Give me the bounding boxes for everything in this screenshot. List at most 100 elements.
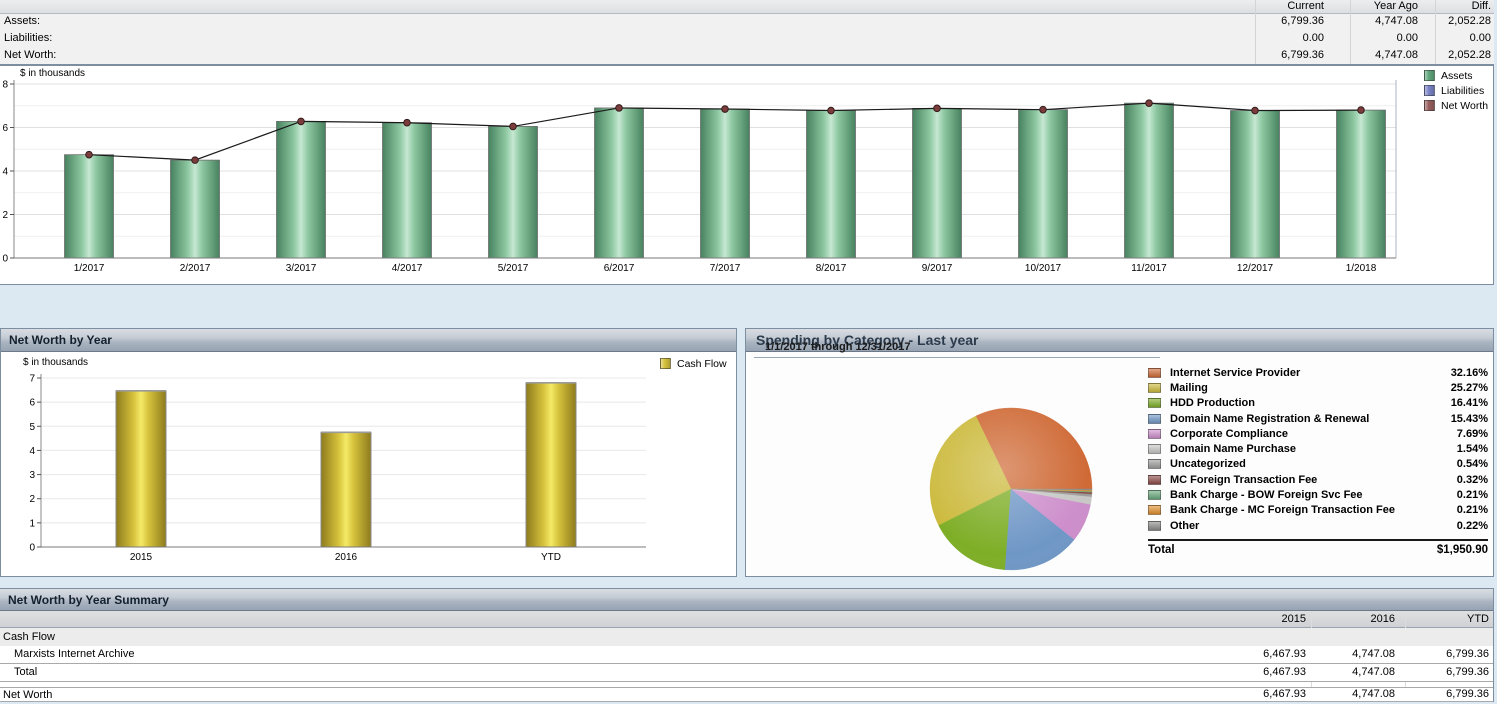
x-axis-year-label: 2015 — [130, 552, 153, 563]
legend-label: Liabilities — [1441, 85, 1484, 97]
category-percentage: 15.43% — [1451, 413, 1488, 425]
column-header-2015: 2015 — [1206, 611, 1306, 627]
x-axis-month-label: 5/2017 — [498, 263, 529, 274]
category-swatch-icon — [1148, 505, 1161, 515]
total-row[interactable]: Total 6,467.93 4,747.08 6,799.36 — [0, 664, 1493, 682]
category-label: Bank Charge - BOW Foreign Svc Fee — [1170, 489, 1457, 501]
category-label: Uncategorized — [1170, 458, 1457, 470]
category-swatch-icon — [1148, 521, 1161, 531]
y-axis-tick-label: 8 — [2, 80, 8, 91]
x-axis-month-label: 6/2017 — [604, 263, 635, 274]
category-percentage: 1.54% — [1457, 443, 1488, 455]
net-worth-summary-row[interactable]: Net Worth 6,467.93 4,747.08 6,799.36 — [0, 687, 1493, 702]
liabilities-diff: 0.00 — [1371, 30, 1491, 47]
category-label: HDD Production — [1170, 397, 1451, 409]
x-axis-month-label: 12/2017 — [1237, 263, 1274, 274]
group-label: Cash Flow — [0, 631, 55, 643]
panel-title: Net Worth by Year — [1, 329, 736, 351]
category-percentage: 7.69% — [1457, 428, 1488, 440]
panel-title: Net Worth by Year Summary — [0, 589, 1493, 611]
y-axis-tick-label: 7 — [29, 374, 35, 385]
category-swatch-icon — [1148, 429, 1161, 439]
category-label: Domain Name Registration & Renewal — [1170, 413, 1451, 425]
dashboard-screen: Current Year Ago Diff. Assets: 6,799.36 … — [0, 0, 1497, 704]
y-axis-tick-label: 0 — [29, 543, 35, 554]
net-worth-diff: 2,052.28 — [1371, 47, 1491, 64]
legend-item-assets: Assets — [1424, 70, 1488, 81]
y-axis-tick-label: 4 — [29, 446, 35, 457]
x-axis-month-label: 2/2017 — [180, 263, 211, 274]
pie-legend-item: Bank Charge - BOW Foreign Svc Fee0.21% — [1148, 487, 1488, 502]
summary-column-header: 2015 2016 YTD — [0, 611, 1493, 628]
summary-table-header: Current Year Ago Diff. — [0, 0, 1494, 14]
value-2016: 4,747.08 — [1295, 688, 1395, 701]
x-axis-month-label: 3/2017 — [286, 263, 317, 274]
pie-legend-item: Corporate Compliance7.69% — [1148, 426, 1488, 441]
yearly-bar-chart[interactable]: 0123456720152016YTD — [1, 352, 736, 576]
category-percentage: 16.41% — [1451, 397, 1488, 409]
category-swatch-icon — [1148, 490, 1161, 500]
row-label: Liabilities: — [4, 30, 52, 47]
account-row-marxists-internet-archive[interactable]: Marxists Internet Archive 6,467.93 4,747… — [0, 646, 1493, 664]
row-label: Net Worth: — [4, 47, 56, 64]
category-percentage: 0.32% — [1457, 474, 1488, 486]
x-axis-month-label: 9/2017 — [922, 263, 953, 274]
x-axis-year-label: YTD — [541, 552, 561, 563]
row-label: Total — [14, 664, 37, 681]
category-swatch-icon — [1148, 459, 1161, 469]
y-axis-tick-label: 6 — [29, 398, 35, 409]
pie-legend-item: Bank Charge - MC Foreign Transaction Fee… — [1148, 503, 1488, 518]
chart-legend: Assets Liabilities Net Worth — [1424, 70, 1488, 115]
legend-label: Assets — [1441, 70, 1473, 82]
y-axis-tick-label: 6 — [2, 123, 8, 134]
category-percentage: 0.21% — [1457, 489, 1488, 501]
pie-legend-item: Internet Service Provider32.16% — [1148, 365, 1488, 380]
panel-header: Net Worth by Year — [1, 329, 736, 352]
value-2016: 4,747.08 — [1295, 664, 1395, 680]
summary-row-net-worth[interactable]: Net Worth: 6,799.36 4,747.08 2,052.28 — [0, 47, 1494, 64]
x-axis-month-label: 11/2017 — [1131, 263, 1167, 274]
y-axis-tick-label: 5 — [29, 422, 35, 433]
pie-legend-item: Other0.22% — [1148, 518, 1488, 533]
row-label: Marxists Internet Archive — [14, 646, 134, 663]
monthly-bar-chart[interactable]: 024681/20172/20173/20174/20175/20176/201… — [0, 66, 1492, 282]
category-label: Bank Charge - MC Foreign Transaction Fee — [1170, 504, 1457, 516]
y-axis-tick-label: 1 — [29, 518, 35, 529]
column-header-ytd: YTD — [1389, 611, 1489, 627]
y-axis-tick-label: 2 — [2, 210, 8, 221]
row-label: Assets: — [4, 13, 40, 30]
spending-pie-chart[interactable] — [746, 352, 1196, 576]
category-swatch-icon — [1148, 444, 1161, 454]
y-axis-tick-label: 0 — [2, 254, 8, 265]
total-value: $1,950.90 — [1437, 544, 1488, 556]
category-swatch-icon — [1148, 368, 1161, 378]
category-swatch-icon — [1148, 383, 1161, 393]
monthly-net-worth-chart-panel: $ in thousands 024681/20172/20173/20174/… — [0, 65, 1494, 285]
pie-legend-item: Uncategorized0.54% — [1148, 457, 1488, 472]
category-label: Other — [1170, 520, 1457, 532]
assets-swatch-icon — [1424, 70, 1435, 81]
group-row-cash-flow[interactable]: Cash Flow — [0, 628, 1493, 646]
column-header-2016: 2016 — [1295, 611, 1395, 627]
category-label: Internet Service Provider — [1170, 367, 1451, 379]
x-axis-month-label: 7/2017 — [710, 263, 741, 274]
category-swatch-icon — [1148, 475, 1161, 485]
category-swatch-icon — [1148, 398, 1161, 408]
y-axis-tick-label: 2 — [29, 494, 35, 505]
value-2015: 6,467.93 — [1206, 664, 1306, 680]
summary-row-liabilities[interactable]: Liabilities: 0.00 0.00 0.00 — [0, 30, 1494, 47]
category-percentage: 0.54% — [1457, 458, 1488, 470]
account-summary-table: Current Year Ago Diff. Assets: 6,799.36 … — [0, 0, 1494, 65]
liabilities-swatch-icon — [1424, 85, 1435, 96]
pie-legend: Internet Service Provider32.16%Mailing25… — [1148, 365, 1488, 533]
x-axis-month-label: 1/2018 — [1346, 263, 1377, 274]
value-ytd: 6,799.36 — [1389, 688, 1489, 701]
summary-row-assets[interactable]: Assets: 6,799.36 4,747.08 2,052.28 — [0, 13, 1494, 30]
category-percentage: 0.21% — [1457, 504, 1488, 516]
x-axis-month-label: 10/2017 — [1025, 263, 1062, 274]
category-label: MC Foreign Transaction Fee — [1170, 474, 1457, 486]
value-2015: 6,467.93 — [1206, 688, 1306, 701]
panel-header: Net Worth by Year Summary — [0, 589, 1493, 611]
category-swatch-icon — [1148, 414, 1161, 424]
pie-legend-item: Domain Name Registration & Renewal15.43% — [1148, 411, 1488, 426]
